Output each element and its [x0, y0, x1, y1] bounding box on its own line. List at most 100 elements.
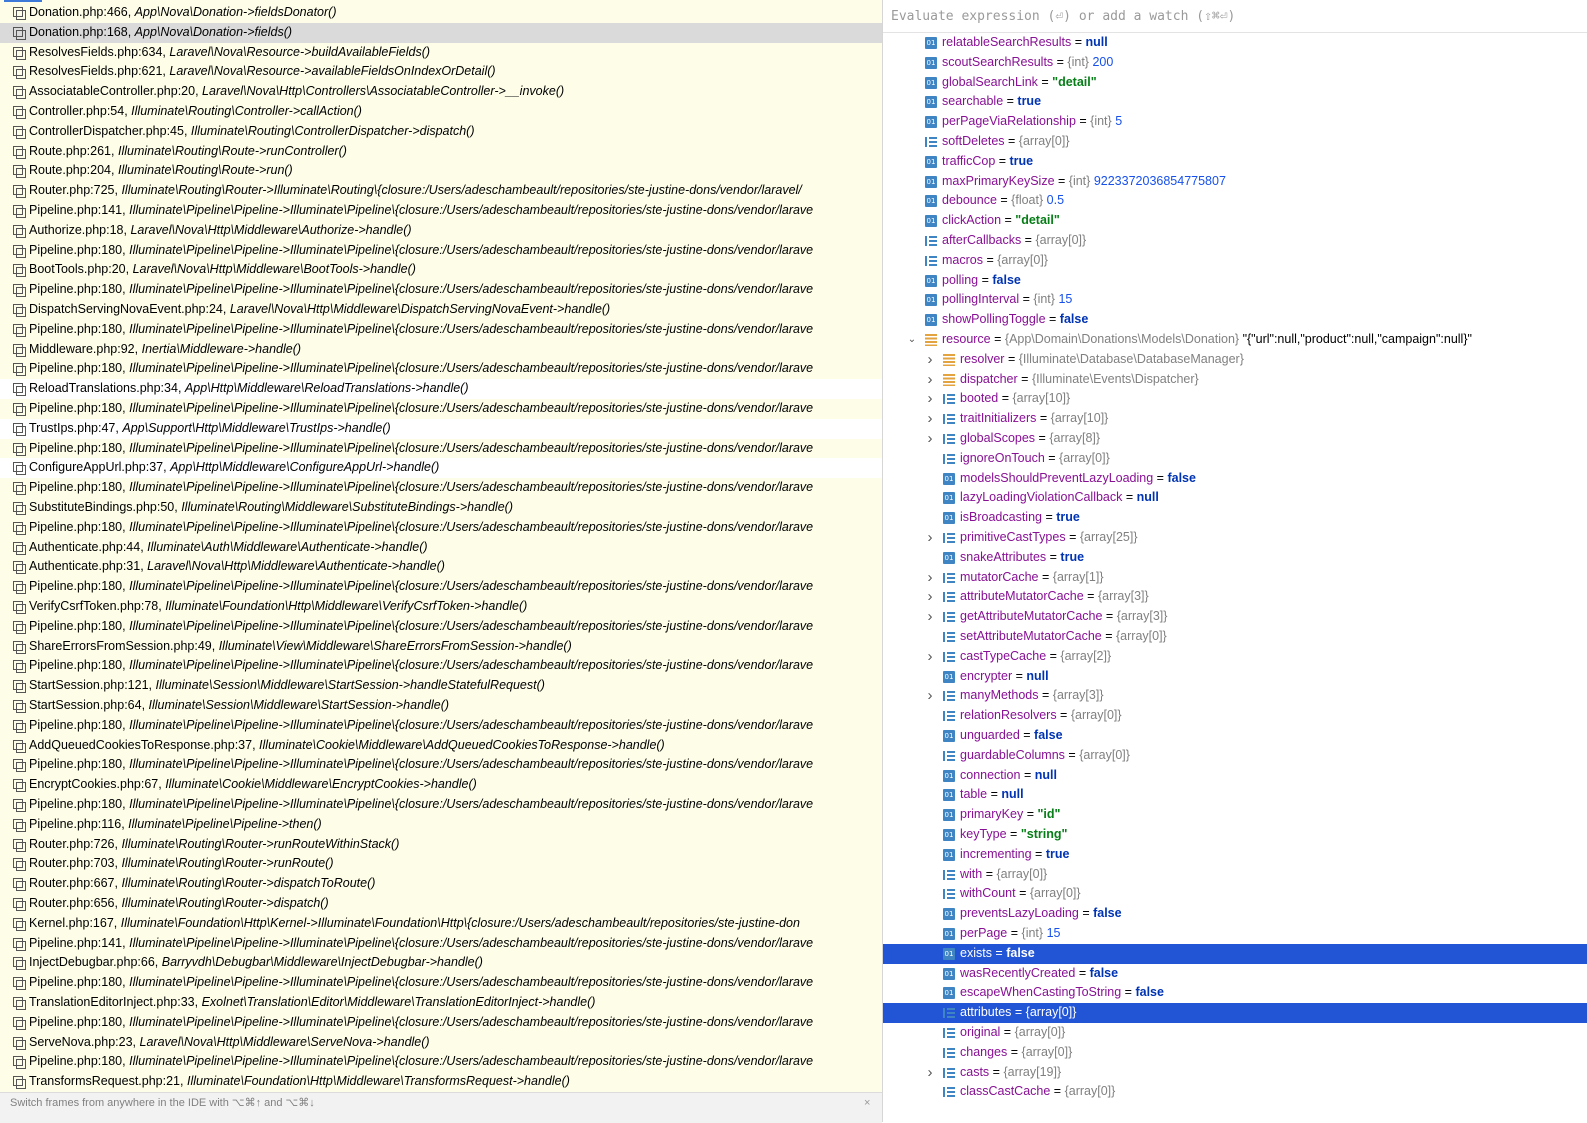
frame-row[interactable]: Pipeline.php:180, Illuminate\Pipeline\Pi… [0, 617, 882, 637]
frame-row[interactable]: Pipeline.php:180, Illuminate\Pipeline\Pi… [0, 577, 882, 597]
variable-row[interactable]: › casts = {array[19]} [883, 1063, 1587, 1083]
chevron-right-icon[interactable]: › [925, 607, 935, 627]
variable-row[interactable]: modelsShouldPreventLazyLoading = false [883, 469, 1587, 489]
variable-row[interactable]: › attributeMutatorCache = {array[3]} [883, 587, 1587, 607]
variable-row[interactable]: scoutSearchResults = {int} 200 [883, 53, 1587, 73]
chevron-right-icon[interactable]: › [925, 686, 935, 706]
variable-row[interactable]: setAttributeMutatorCache = {array[0]} [883, 627, 1587, 647]
variable-row[interactable]: snakeAttributes = true [883, 548, 1587, 568]
chevron-right-icon[interactable]: › [925, 409, 935, 429]
variable-row[interactable]: globalSearchLink = "detail" [883, 73, 1587, 93]
frame-row[interactable]: Pipeline.php:116, Illuminate\Pipeline\Pi… [0, 815, 882, 835]
variable-row[interactable]: relationResolvers = {array[0]} [883, 706, 1587, 726]
frame-row[interactable]: Pipeline.php:180, Illuminate\Pipeline\Pi… [0, 439, 882, 459]
variable-row[interactable]: incrementing = true [883, 845, 1587, 865]
frame-row[interactable]: BootTools.php:20, Laravel\Nova\Http\Midd… [0, 260, 882, 280]
frame-row[interactable]: Authorize.php:18, Laravel\Nova\Http\Midd… [0, 221, 882, 241]
chevron-right-icon[interactable]: › [925, 429, 935, 449]
chevron-down-icon[interactable]: ⌄ [907, 330, 917, 350]
frame-row[interactable]: Route.php:261, Illuminate\Routing\Route-… [0, 142, 882, 162]
variable-row[interactable]: clickAction = "detail" [883, 211, 1587, 231]
variable-row[interactable]: guardableColumns = {array[0]} [883, 746, 1587, 766]
variable-row[interactable]: changes = {array[0]} [883, 1043, 1587, 1063]
variable-row[interactable]: encrypter = null [883, 667, 1587, 687]
frame-row[interactable]: Pipeline.php:180, Illuminate\Pipeline\Pi… [0, 656, 882, 676]
frame-row[interactable]: Donation.php:168, App\Nova\Donation->fie… [0, 22, 882, 43]
variable-row[interactable]: macros = {array[0]} [883, 251, 1587, 271]
frame-row[interactable]: VerifyCsrfToken.php:78, Illuminate\Found… [0, 597, 882, 617]
variable-row[interactable]: searchable = true [883, 92, 1587, 112]
frame-row[interactable]: StartSession.php:64, Illuminate\Session\… [0, 696, 882, 716]
variable-row[interactable]: trafficCop = true [883, 152, 1587, 172]
frame-row[interactable]: SubstituteBindings.php:50, Illuminate\Ro… [0, 498, 882, 518]
variable-row[interactable]: attributes = {array[0]} [883, 1003, 1587, 1023]
frame-row[interactable]: Router.php:656, Illuminate\Routing\Route… [0, 894, 882, 914]
frame-row[interactable]: DispatchServingNovaEvent.php:24, Laravel… [0, 300, 882, 320]
variable-row[interactable]: ignoreOnTouch = {array[0]} [883, 449, 1587, 469]
frame-row[interactable]: Pipeline.php:180, Illuminate\Pipeline\Pi… [0, 1052, 882, 1072]
variable-row[interactable]: keyType = "string" [883, 825, 1587, 845]
frame-row[interactable]: Pipeline.php:180, Illuminate\Pipeline\Pi… [0, 518, 882, 538]
variable-row[interactable]: pollingInterval = {int} 15 [883, 290, 1587, 310]
variable-row[interactable]: original = {array[0]} [883, 1023, 1587, 1043]
frame-row[interactable]: EncryptCookies.php:67, Illuminate\Cookie… [0, 775, 882, 795]
frame-row[interactable]: Kernel.php:167, Illuminate\Foundation\Ht… [0, 914, 882, 934]
variable-row[interactable]: isBroadcasting = true [883, 508, 1587, 528]
variable-row[interactable]: › dispatcher = {Illuminate\Events\Dispatc… [883, 370, 1587, 390]
variable-row[interactable]: relatableSearchResults = null [883, 33, 1587, 53]
frame-row[interactable]: Pipeline.php:180, Illuminate\Pipeline\Pi… [0, 399, 882, 419]
variable-row[interactable]: › mutatorCache = {array[1]} [883, 568, 1587, 588]
frame-row[interactable]: StartSession.php:121, Illuminate\Session… [0, 676, 882, 696]
frame-row[interactable]: Pipeline.php:180, Illuminate\Pipeline\Pi… [0, 716, 882, 736]
variable-row[interactable]: classCastCache = {array[0]} [883, 1082, 1587, 1102]
frame-row[interactable]: Pipeline.php:180, Illuminate\Pipeline\Pi… [0, 973, 882, 993]
variable-row[interactable]: debounce = {float} 0.5 [883, 191, 1587, 211]
frame-row[interactable]: Donation.php:466, App\Nova\Donation->fie… [0, 3, 882, 23]
frame-row[interactable]: Pipeline.php:180, Illuminate\Pipeline\Pi… [0, 241, 882, 261]
frame-row[interactable]: ServeNova.php:23, Laravel\Nova\Http\Midd… [0, 1033, 882, 1053]
frame-row[interactable]: AssociatableController.php:20, Laravel\N… [0, 82, 882, 102]
frame-row[interactable]: Router.php:725, Illuminate\Routing\Route… [0, 181, 882, 201]
close-icon[interactable]: × [864, 1093, 870, 1113]
variable-row[interactable]: preventsLazyLoading = false [883, 904, 1587, 924]
frame-row[interactable]: Pipeline.php:180, Illuminate\Pipeline\Pi… [0, 1013, 882, 1033]
variable-row[interactable]: withCount = {array[0]} [883, 884, 1587, 904]
variable-row[interactable]: exists = false [883, 943, 1587, 964]
frame-row[interactable]: Pipeline.php:180, Illuminate\Pipeline\Pi… [0, 280, 882, 300]
variable-row[interactable]: maxPrimaryKeySize = {int} 92233720368547… [883, 172, 1587, 192]
chevron-right-icon[interactable]: › [925, 528, 935, 548]
variable-row[interactable]: lazyLoadingViolationCallback = null [883, 488, 1587, 508]
variable-row[interactable]: with = {array[0]} [883, 865, 1587, 885]
frame-row[interactable]: ResolvesFields.php:621, Laravel\Nova\Res… [0, 62, 882, 82]
variable-row[interactable]: table = null [883, 785, 1587, 805]
chevron-right-icon[interactable]: › [925, 370, 935, 390]
frame-row[interactable]: AddQueuedCookiesToResponse.php:37, Illum… [0, 736, 882, 756]
chevron-right-icon[interactable]: › [925, 568, 935, 588]
frame-row[interactable]: Pipeline.php:180, Illuminate\Pipeline\Pi… [0, 755, 882, 775]
frame-row[interactable]: Controller.php:54, Illuminate\Routing\Co… [0, 102, 882, 122]
frame-row[interactable]: ConfigureAppUrl.php:37, App\Http\Middlew… [0, 458, 882, 479]
variable-row[interactable]: unguarded = false [883, 726, 1587, 746]
frame-row[interactable]: InjectDebugbar.php:66, Barryvdh\Debugbar… [0, 953, 882, 973]
frame-row[interactable]: Authenticate.php:31, Laravel\Nova\Http\M… [0, 557, 882, 577]
variable-row[interactable]: softDeletes = {array[0]} [883, 132, 1587, 152]
frame-row[interactable]: Middleware.php:92, Inertia\Middleware->h… [0, 340, 882, 360]
variable-row[interactable]: › manyMethods = {array[3]} [883, 686, 1587, 706]
chevron-right-icon[interactable]: › [925, 389, 935, 409]
evaluate-expression-input[interactable] [883, 4, 1583, 28]
variable-row[interactable]: › primitiveCastTypes = {array[25]} [883, 528, 1587, 548]
frame-row[interactable]: Pipeline.php:180, Illuminate\Pipeline\Pi… [0, 478, 882, 498]
frame-row[interactable]: Pipeline.php:180, Illuminate\Pipeline\Pi… [0, 359, 882, 379]
variable-row[interactable]: › getAttributeMutatorCache = {array[3]} [883, 607, 1587, 627]
variable-row[interactable]: › traitInitializers = {array[10]} [883, 409, 1587, 429]
variable-row[interactable]: perPage = {int} 15 [883, 924, 1587, 944]
chevron-right-icon[interactable]: › [925, 587, 935, 607]
frame-row[interactable]: TranslationEditorInject.php:33, Exolnet\… [0, 993, 882, 1013]
frame-row[interactable]: TrustIps.php:47, App\Support\Http\Middle… [0, 418, 882, 439]
variable-row[interactable]: wasRecentlyCreated = false [883, 964, 1587, 984]
variable-row[interactable]: › castTypeCache = {array[2]} [883, 647, 1587, 667]
variable-row[interactable]: › booted = {array[10]} [883, 389, 1587, 409]
chevron-right-icon[interactable]: › [925, 1063, 935, 1083]
variable-row[interactable]: afterCallbacks = {array[0]} [883, 231, 1587, 251]
variable-row[interactable]: connection = null [883, 766, 1587, 786]
